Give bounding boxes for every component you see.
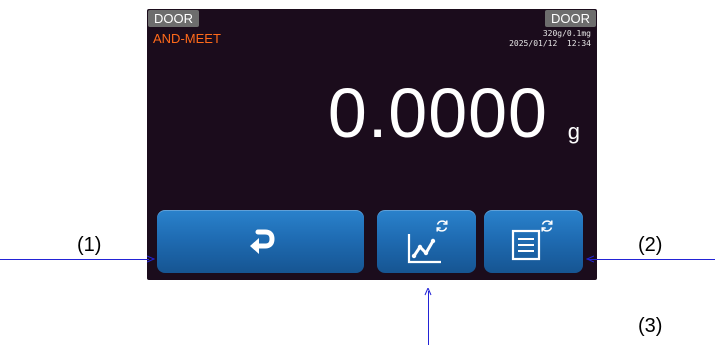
capacity-readout: 320g/0.1mg — [542, 29, 591, 38]
graph-button[interactable] — [377, 210, 476, 273]
door-right-indicator[interactable]: DOOR — [545, 10, 596, 27]
refresh-icon — [436, 220, 448, 232]
balance-screen: DOOR DOOR AND-MEET 320g/0.1mg 2025/01/12… — [147, 9, 597, 280]
callout-line-3 — [428, 291, 429, 345]
callout-line-2 — [588, 259, 715, 260]
callout-arrowhead-2 — [586, 255, 594, 263]
page: DOOR DOOR AND-MEET 320g/0.1mg 2025/01/12… — [0, 0, 715, 345]
app-name: AND-MEET — [153, 31, 221, 46]
weight-reading: 0.0000 — [327, 74, 548, 152]
list-button[interactable] — [484, 210, 583, 273]
callout-line-1 — [0, 259, 149, 260]
return-arrow-icon — [250, 229, 275, 254]
weight-unit: g — [567, 119, 580, 144]
graph-icon — [407, 234, 441, 264]
callout-arrowhead-3 — [424, 288, 432, 296]
callout-label-3: (3) — [638, 315, 663, 337]
callout-label-1: (1) — [77, 234, 102, 256]
callout-label-2: (2) — [638, 234, 663, 256]
door-left-indicator[interactable]: DOOR — [148, 10, 199, 27]
refresh-icon — [541, 220, 553, 232]
callout-arrowhead-1 — [147, 255, 155, 263]
datetime-readout: 2025/01/12 12:34 — [509, 39, 591, 48]
back-button[interactable] — [157, 210, 364, 273]
